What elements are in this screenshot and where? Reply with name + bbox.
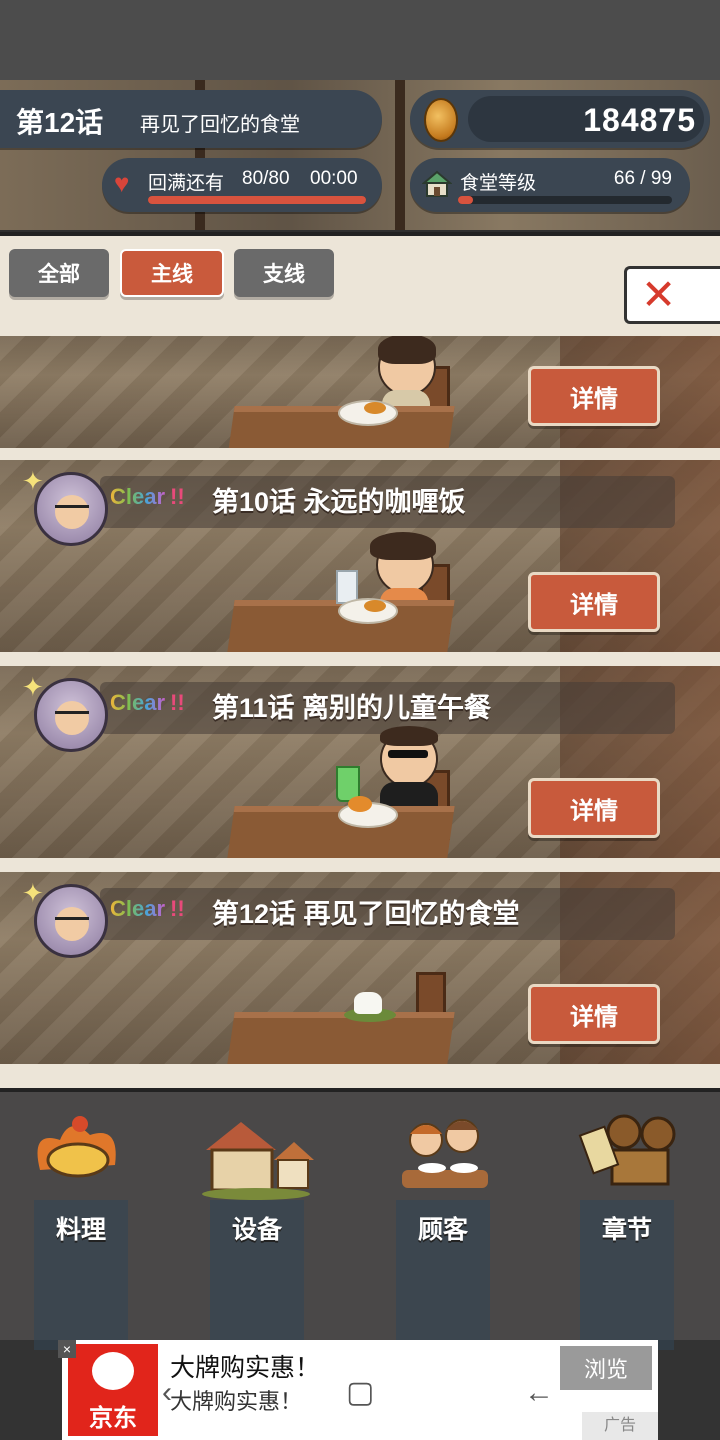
nav-customers[interactable]: 顾客 [362,1100,512,1350]
grandma-avatar [34,884,108,958]
nav-label: 章节 [601,1216,652,1244]
clear-badge: Clear [110,484,166,509]
clear-badge: Clear [110,896,166,921]
tab-all[interactable]: 全部 [9,249,109,297]
ad-browse-button[interactable]: 浏览 [560,1346,652,1390]
sparkle-icon: ✦ [22,672,44,702]
nav-back-chevron-icon[interactable]: ‹ [162,1378,172,1408]
nav-cooking[interactable]: 料理 [0,1100,150,1350]
ad-title: 大牌购实惠！ [170,1354,321,1382]
grandma-avatar [34,472,108,546]
fried-food [348,796,372,812]
episode-card: ✦ Clear !! 第12话 再见了回忆的食堂 详情 [0,872,720,1064]
episode-title: 第11话 离别的儿童午餐 [212,693,492,723]
close-icon: ✕ [641,271,677,318]
sparkle-icon: ✦ [22,466,44,496]
stamina-bar-fill [148,196,366,204]
level-label: 食堂等级 [460,173,537,194]
clear-badge: Clear [110,690,166,715]
stamina-value: 80/80 [242,168,290,189]
nav-label: 料理 [55,1216,106,1244]
tab-main-story[interactable]: 主线 [120,249,224,297]
episode-title: 第10话 永远的咖喱饭 [212,487,466,517]
sparkle-icon: ✦ [22,878,44,908]
coin-value: 184875 [583,102,696,138]
level-bar-fill [458,196,473,204]
detail-button[interactable]: 详情 [528,984,660,1044]
nav-chapters[interactable]: 章节 [546,1100,696,1350]
nav-home-square-icon[interactable]: ▢ [346,1378,374,1408]
chapter-number: 第12话 [16,107,104,138]
ad-tag: 广告 [582,1412,658,1440]
ad-logo-text: 京东 [89,1405,137,1432]
customers-icon [402,1119,488,1188]
nav-back-arrow-icon[interactable]: ← [524,1378,554,1408]
episode-card: ✦ Clear !! 第10话 永远的咖喱饭 详情 [0,460,720,652]
stamina-status: ♥ 回满还有 80/80 00:00 [102,158,382,212]
nav-label: 设备 [231,1216,282,1244]
dining-table [225,1012,455,1064]
level-bar [458,196,672,204]
clear-badge-bang: !! [170,690,185,715]
ad-close-button[interactable]: × [58,1340,76,1358]
detail-button[interactable]: 详情 [528,778,660,838]
house-icon [202,1122,314,1200]
grandma-avatar [34,678,108,752]
episode-card: ✦ Clear !! 第11话 离别的儿童午餐 详情 [0,666,720,858]
wood-beam [395,80,405,230]
jd-logo: 京东 [68,1344,158,1436]
level-value: 66 / 99 [613,168,672,189]
stamina-label: 回满还有 [148,173,225,194]
coin-counter: 184875 [410,90,710,148]
close-button[interactable]: ✕ [624,266,720,324]
episode-card: 详情 [0,336,720,448]
stamina-timer: 00:00 [310,168,358,189]
stamina-bar [148,196,366,204]
episode-panel: 全部 主线 支线 ✕ 详情 ✦ Clear !! 第10话 永远的咖喱饭 详情 … [0,232,720,1092]
clear-badge-bang: !! [170,484,185,509]
heart-icon: ♥ [114,168,130,198]
current-chapter-banner: 第12话 再见了回忆的食堂 [0,90,382,148]
rice-ball [354,992,382,1014]
tab-side-story[interactable]: 支线 [234,249,334,297]
clear-badge-bang: !! [170,896,185,921]
nav-facilities[interactable]: 设备 [176,1100,326,1350]
coin-icon [424,98,458,142]
restaurant-level-status: 食堂等级 66 / 99 [410,158,690,212]
detail-button[interactable]: 详情 [528,366,660,426]
film-camera-icon [578,1114,676,1186]
ad-subtitle: 大牌购实惠！ [170,1389,303,1414]
detail-button[interactable]: 详情 [528,572,660,632]
house-icon [422,170,452,197]
ad-banner[interactable]: 京东 大牌购实惠！ 大牌购实惠！ 浏览 广告 ‹ ▢ ← [62,1340,658,1440]
chapter-name: 再见了回忆的食堂 [140,114,300,136]
jd-dog-icon [92,1352,134,1390]
episode-title: 第12话 再见了回忆的食堂 [212,899,520,929]
nav-label: 顾客 [417,1216,468,1244]
cooking-pot-icon [37,1116,116,1178]
